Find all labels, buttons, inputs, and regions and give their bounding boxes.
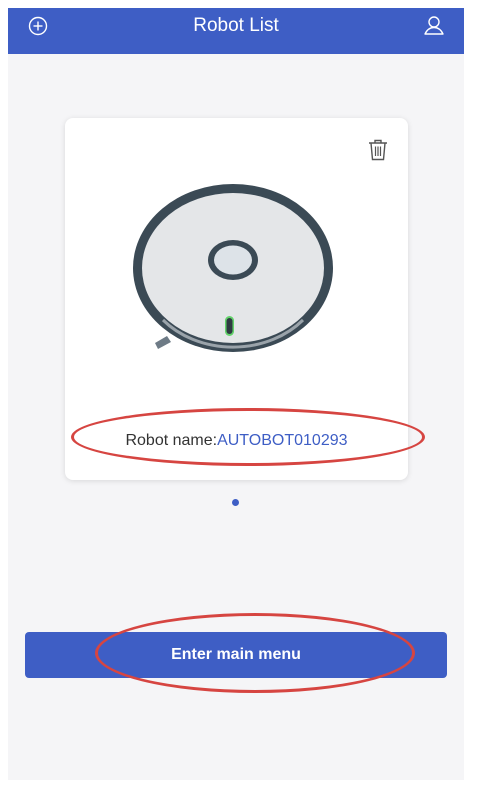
trash-icon[interactable] [367, 138, 389, 162]
robot-name: Robot name:AUTOBOT010293 [65, 432, 408, 450]
robot-name-label: Robot name: [125, 432, 218, 449]
robot-list-screen: Robot List Robot name:AUTOBOT010293 Ente… [8, 8, 464, 780]
page-title: Robot List [193, 15, 279, 36]
robot-card[interactable]: Robot name:AUTOBOT010293 [65, 118, 408, 480]
user-profile-icon[interactable] [420, 12, 448, 40]
robot-vacuum-icon [127, 180, 337, 360]
app-header: Robot List [8, 8, 464, 54]
robot-name-value: AUTOBOT010293 [217, 432, 348, 449]
page-indicator-dot [232, 499, 239, 506]
enter-main-menu-button[interactable]: Enter main menu [25, 632, 447, 678]
